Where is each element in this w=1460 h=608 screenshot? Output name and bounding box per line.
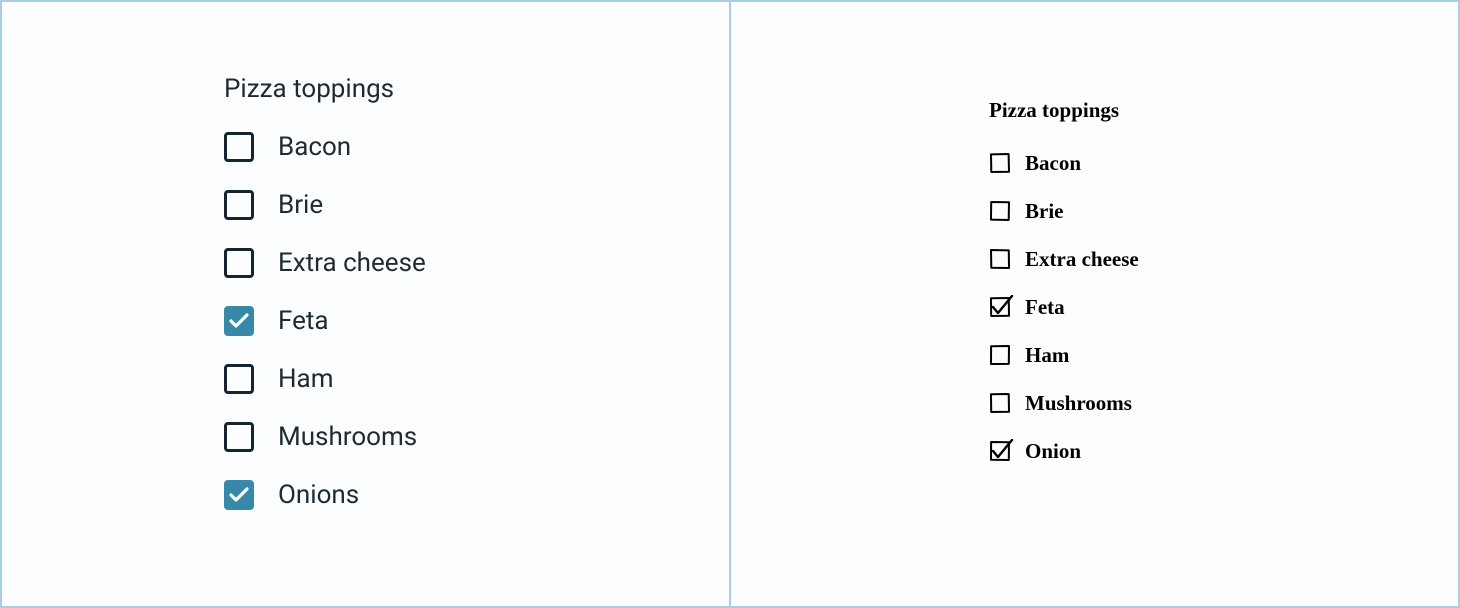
checkbox-onions[interactable]: [224, 480, 254, 510]
checkbox-label: Onions: [278, 480, 359, 510]
checkbox-bacon[interactable]: [989, 152, 1011, 174]
check-icon: [229, 487, 249, 503]
checkbox-label: Ham: [1025, 343, 1069, 368]
checkbox-box-icon: [988, 439, 1014, 463]
checkbox-row: Onion: [989, 439, 1139, 463]
panel-sketchy: Pizza toppings Bacon Brie: [731, 2, 1458, 606]
checkbox-box-icon: [988, 295, 1014, 319]
checkbox-label: Bacon: [1025, 151, 1081, 176]
checkbox-group-sketchy: Pizza toppings Bacon Brie: [989, 98, 1139, 487]
checkbox-row: Bacon: [989, 151, 1139, 175]
checkbox-feta[interactable]: [989, 296, 1011, 318]
checkbox-row: Brie: [224, 188, 426, 222]
checkbox-box-icon: [989, 200, 1011, 222]
checkbox-label: Mushrooms: [1025, 391, 1132, 416]
checkbox-bacon[interactable]: [224, 132, 254, 162]
panel-polished: Pizza toppings Bacon Brie Extra cheese: [2, 2, 731, 606]
checkbox-row: Bacon: [224, 130, 426, 164]
two-panel-container: Pizza toppings Bacon Brie Extra cheese: [0, 0, 1460, 608]
checkbox-label: Bacon: [278, 132, 351, 162]
checkbox-mushrooms[interactable]: [224, 422, 254, 452]
checkbox-mushrooms[interactable]: [989, 392, 1011, 414]
checkbox-row: Mushrooms: [989, 391, 1139, 415]
checkbox-box-icon: [989, 344, 1011, 366]
checkbox-onion[interactable]: [989, 440, 1011, 462]
checkbox-box-icon: [989, 392, 1011, 414]
checkbox-group-polished: Pizza toppings Bacon Brie Extra cheese: [224, 74, 426, 536]
checkbox-extra-cheese[interactable]: [224, 248, 254, 278]
checkbox-label: Onion: [1025, 439, 1081, 464]
group-heading: Pizza toppings: [989, 98, 1139, 123]
check-icon: [229, 313, 249, 329]
checkbox-brie[interactable]: [989, 200, 1011, 222]
checkbox-ham[interactable]: [224, 364, 254, 394]
checkbox-extra-cheese[interactable]: [989, 248, 1011, 270]
checkbox-row: Ham: [224, 362, 426, 396]
checkbox-row: Feta: [224, 304, 426, 338]
checkbox-ham[interactable]: [989, 344, 1011, 366]
checkbox-row: Ham: [989, 343, 1139, 367]
checkbox-label: Feta: [278, 306, 329, 336]
checkbox-box-icon: [989, 152, 1011, 174]
checkbox-row: Onions: [224, 478, 426, 512]
checkbox-label: Brie: [1025, 199, 1063, 224]
checkbox-feta[interactable]: [224, 306, 254, 336]
checkbox-label: Brie: [278, 190, 323, 220]
checkbox-row: Feta: [989, 295, 1139, 319]
checkbox-label: Extra cheese: [1025, 247, 1139, 272]
checkbox-label: Ham: [278, 364, 334, 394]
checkbox-row: Mushrooms: [224, 420, 426, 454]
checkbox-row: Brie: [989, 199, 1139, 223]
checkbox-label: Extra cheese: [278, 248, 426, 278]
checkbox-row: Extra cheese: [989, 247, 1139, 271]
group-heading: Pizza toppings: [224, 74, 426, 104]
checkbox-label: Mushrooms: [278, 422, 417, 452]
checkbox-row: Extra cheese: [224, 246, 426, 280]
checkbox-brie[interactable]: [224, 190, 254, 220]
checkbox-box-icon: [989, 248, 1011, 270]
checkbox-label: Feta: [1025, 295, 1065, 320]
